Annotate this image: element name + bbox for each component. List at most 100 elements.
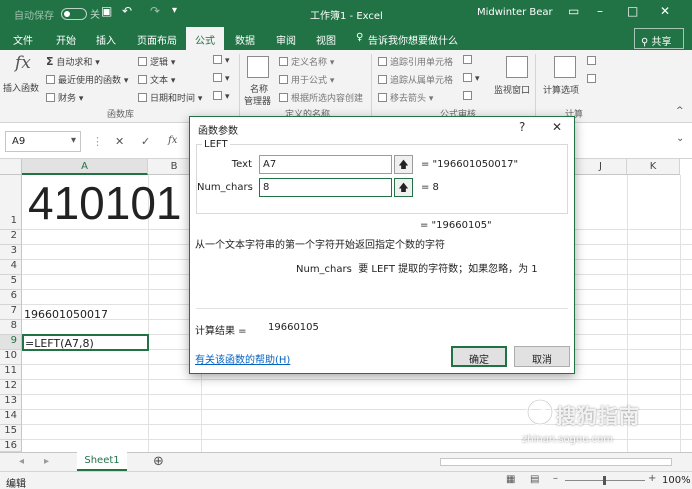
cancel-entry-button[interactable]: ✕ [115,135,124,148]
text-arg-value: A7 [263,159,277,170]
horizontal-scrollbar[interactable] [440,458,672,466]
autosave-toggle[interactable] [61,8,87,20]
define-name-button[interactable]: 定义名称 ▾ [279,55,334,68]
calc-options-icon[interactable] [554,56,576,78]
column-header-k[interactable]: K [627,159,680,175]
text-arg-input[interactable]: A7 [259,155,392,174]
name-box[interactable]: A9 ▾ [5,131,81,152]
ok-button[interactable]: 确定 [451,346,507,367]
cell-a7[interactable]: 196601050017 [24,308,108,321]
row-header[interactable]: 16 [0,440,22,452]
collapse-dialog-button[interactable]: 🡅 [394,178,413,197]
create-from-selection-button[interactable]: 根据所选内容创建 [279,91,363,104]
zoom-slider-thumb[interactable] [603,476,606,485]
trace-precedents-button[interactable]: 追踪引用单元格 [378,55,453,68]
row-header[interactable]: 12 [0,380,22,395]
datetime-button[interactable]: 日期和时间 ▾ [138,91,202,104]
row-header[interactable]: 14 [0,410,22,425]
watch-window-button[interactable]: 监视窗口 [494,83,530,96]
financial-button[interactable]: 财务 ▾ [46,91,83,104]
tab-view[interactable]: 视图 [316,32,336,47]
row-header[interactable]: 4 [0,260,22,275]
error-check-button[interactable]: ▾ [463,73,480,84]
row-header[interactable]: 1 [0,175,22,230]
save-icon[interactable]: ▣ [101,4,112,18]
row-header[interactable]: 10 [0,350,22,365]
redo-icon[interactable]: ↷ [150,4,160,18]
minimize-icon[interactable]: – [597,4,603,18]
more-functions-button[interactable]: ▾ [213,91,230,102]
zoom-out-icon[interactable]: – [553,473,558,484]
remove-arrows-button[interactable]: 移去箭头 ▾ [378,91,433,104]
close-window-icon[interactable]: ✕ [660,4,670,18]
tab-formulas[interactable]: 公式 [186,27,224,50]
insert-function-icon[interactable]: fx [15,53,31,73]
tab-review[interactable]: 审阅 [276,32,296,47]
tell-me-search[interactable]: 告诉我你想要做什么 [368,32,458,47]
row-header[interactable]: 5 [0,275,22,290]
next-sheet-icon[interactable]: ▸ [44,456,49,467]
trace-dependents-button[interactable]: 追踪从属单元格 [378,73,453,86]
collapse-ribbon-icon[interactable]: ^ [676,106,684,116]
tab-page-layout[interactable]: 页面布局 [137,32,177,47]
tab-home[interactable]: 开始 [56,32,76,47]
watch-window-icon[interactable] [506,56,528,78]
maximize-icon[interactable]: □ [627,4,638,18]
calc-options-button[interactable]: 计算选项 [543,83,579,96]
row-header[interactable]: 8 [0,320,22,335]
row-header[interactable]: 15 [0,425,22,440]
row-header[interactable]: 7 [0,305,22,320]
select-all-corner[interactable] [0,159,22,175]
autosum-button[interactable]: Σ 自动求和 ▾ [46,55,100,68]
evaluate-formula-button[interactable] [463,91,475,102]
close-icon[interactable]: ✕ [552,120,562,134]
prev-sheet-icon[interactable]: ◂ [19,456,24,467]
user-name[interactable]: Midwinter Bear [477,7,553,18]
row-header[interactable]: 3 [0,245,22,260]
name-manager-line2[interactable]: 管理器 [244,94,271,107]
cell-a9[interactable]: =LEFT(A7,8) [25,337,94,350]
lookup-button[interactable]: ▾ [213,55,230,66]
cancel-button[interactable]: 取消 [514,346,570,367]
expand-formula-bar-icon[interactable]: ⌄ [676,133,684,144]
insert-function-fx-button[interactable]: fx [168,135,177,146]
row-header[interactable]: 6 [0,290,22,305]
tab-file[interactable]: 文件 [13,32,33,47]
normal-view-icon[interactable]: ▦ [506,474,515,485]
ribbon-tabs: 文件 开始 插入 页面布局 公式 数据 审阅 视图 ♀ 告诉我你想要做什么 ⚲ … [0,27,692,50]
help-icon[interactable]: ? [519,120,525,134]
row-header[interactable]: 9 [0,335,22,350]
collapse-dialog-button[interactable]: 🡅 [394,155,413,174]
use-in-formula-button[interactable]: 用于公式 ▾ [279,73,334,86]
row-header[interactable]: 13 [0,395,22,410]
text-button[interactable]: 文本 ▾ [138,73,175,86]
undo-icon[interactable]: ↶ [122,4,132,18]
ribbon-options-icon[interactable]: ▭ [568,4,579,18]
show-formulas-button[interactable] [463,55,475,66]
recent-functions-button[interactable]: 最近使用的函数 ▾ [46,73,128,86]
tab-insert[interactable]: 插入 [96,32,116,47]
zoom-level[interactable]: 100% [662,475,691,486]
row-header[interactable]: 2 [0,230,22,245]
column-header-a[interactable]: A [22,159,148,175]
row-header[interactable]: 11 [0,365,22,380]
num-chars-arg-input[interactable]: 8 [259,178,392,197]
add-sheet-button[interactable]: ⊕ [153,454,164,469]
column-header-j[interactable]: J [574,159,627,175]
insert-function-button[interactable]: 插入函数 [3,81,39,94]
calc-now-button[interactable] [587,56,599,67]
page-layout-view-icon[interactable]: ▤ [530,474,539,485]
logical-button[interactable]: 逻辑 ▾ [138,55,175,68]
enter-entry-button[interactable]: ✓ [141,135,150,148]
calc-sheet-button[interactable] [587,74,599,85]
name-manager-icon[interactable] [247,56,269,78]
tab-data[interactable]: 数据 [235,32,255,47]
sheet-tab[interactable]: Sheet1 [77,452,127,471]
qat-customize-icon[interactable]: ▾ [172,5,177,16]
share-button[interactable]: ⚲ 共享 [634,28,684,49]
cell-a1[interactable]: 410101 [28,178,182,228]
chevron-down-icon[interactable]: ▾ [71,135,76,146]
function-help-link[interactable]: 有关该函数的帮助(H) [195,351,290,366]
math-button[interactable]: ▾ [213,73,230,84]
zoom-in-icon[interactable]: + [648,473,656,484]
